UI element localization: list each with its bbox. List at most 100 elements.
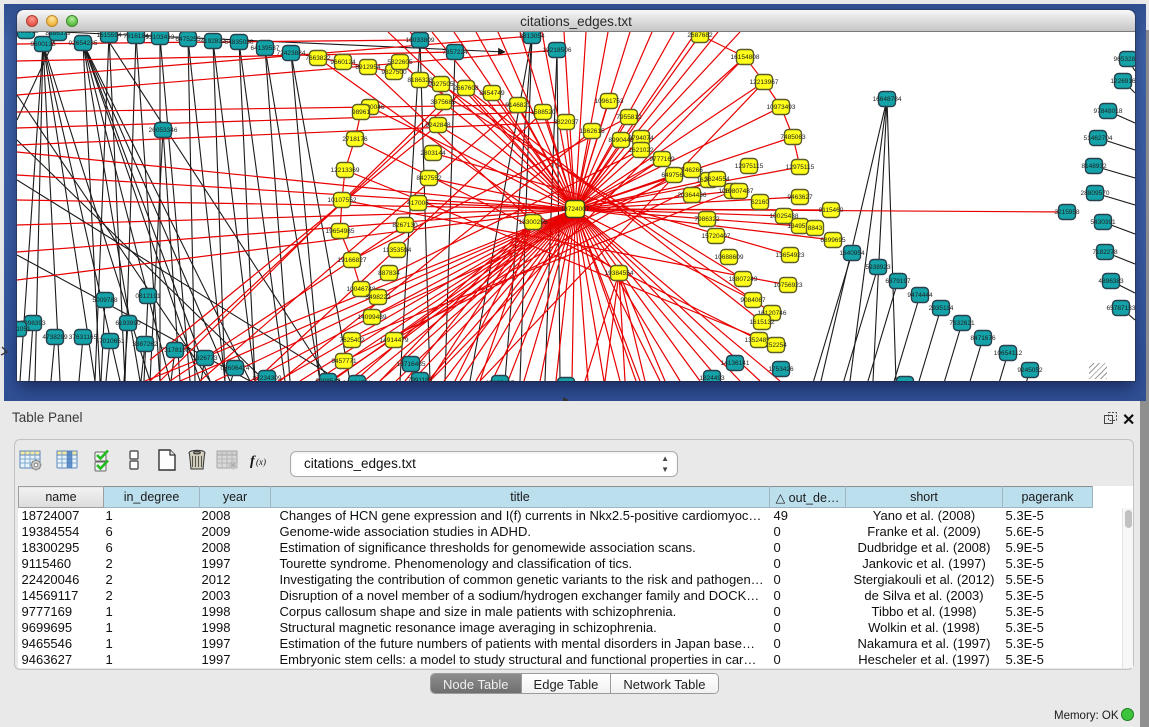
svg-text:10654112: 10654112 — [994, 350, 1023, 357]
svg-text:1326773: 1326773 — [192, 355, 218, 362]
svg-text:19384554: 19384554 — [605, 270, 634, 277]
svg-text:1362615: 1362615 — [579, 128, 605, 135]
svg-text:93103413: 93103413 — [146, 34, 175, 41]
svg-text:11353594: 11353594 — [383, 247, 412, 254]
svg-text:20364436: 20364436 — [678, 192, 707, 199]
svg-text:72423884: 72423884 — [277, 50, 306, 57]
svg-text:9794074: 9794074 — [628, 135, 654, 142]
svg-text:12975115: 12975115 — [735, 163, 764, 170]
svg-text:9777169: 9777169 — [649, 156, 675, 163]
svg-text:4896383: 4896383 — [1098, 278, 1124, 285]
svg-text:14914479: 14914479 — [380, 337, 409, 344]
svg-text:252254: 252254 — [765, 342, 787, 349]
svg-text:19166827: 19166827 — [338, 257, 367, 264]
svg-text:8267130: 8267130 — [392, 222, 418, 229]
svg-text:1615594: 1615594 — [96, 32, 122, 39]
svg-text:19218506: 19218506 — [543, 47, 572, 54]
svg-text:1753426: 1753426 — [768, 366, 794, 373]
svg-text:1031051: 1031051 — [17, 326, 31, 333]
svg-text:73178108: 73178108 — [161, 347, 190, 354]
svg-text:65787133: 65787133 — [1107, 305, 1135, 312]
svg-text:6193990: 6193990 — [115, 320, 141, 327]
svg-text:51462704: 51462704 — [1084, 135, 1113, 142]
svg-text:18300295: 18300295 — [519, 219, 548, 226]
svg-text:9146821: 9146821 — [505, 102, 531, 109]
svg-text:9474444: 9474444 — [907, 292, 933, 299]
svg-text:8471676: 8471676 — [970, 335, 996, 342]
svg-text:67010651: 67010651 — [96, 338, 125, 345]
svg-text:9245052: 9245052 — [1017, 367, 1043, 374]
svg-text:7625402: 7625402 — [339, 337, 365, 344]
svg-text:0433218: 0433218 — [17, 32, 39, 35]
svg-text:1615132: 1615132 — [749, 319, 775, 326]
svg-text:8912954: 8912954 — [355, 64, 381, 71]
svg-text:15720407: 15720407 — [702, 233, 731, 240]
svg-text:2667608: 2667608 — [453, 85, 479, 92]
svg-text:10807487: 10807487 — [725, 188, 754, 195]
svg-text:7182278: 7182278 — [1092, 249, 1118, 256]
svg-text:25135427: 25135427 — [486, 380, 515, 381]
svg-text:10756923: 10756923 — [774, 282, 803, 289]
svg-text:62160: 62160 — [751, 199, 769, 206]
svg-text:3498222: 3498222 — [365, 294, 391, 301]
svg-text:5322605: 5322605 — [387, 59, 413, 66]
svg-text:8843: 8843 — [808, 225, 823, 232]
svg-text:2803144: 2803144 — [420, 150, 446, 157]
svg-text:10107552: 10107552 — [328, 197, 357, 204]
svg-text:87234309: 87234309 — [253, 375, 282, 381]
svg-text:19654985: 19654985 — [326, 228, 355, 235]
svg-text:6998543: 6998543 — [315, 378, 341, 381]
svg-text:14099489: 14099489 — [358, 314, 387, 321]
svg-text:28809570: 28809570 — [1081, 190, 1110, 197]
svg-text:9660124: 9660124 — [330, 59, 356, 66]
svg-text:13654923: 13654923 — [776, 252, 805, 259]
svg-text:4738299: 4738299 — [42, 334, 68, 341]
svg-text:6475255: 6475255 — [175, 36, 201, 43]
svg-text:98961: 98961 — [352, 109, 370, 116]
svg-text:7632621: 7632621 — [949, 320, 975, 327]
svg-text:1226916: 1226916 — [1110, 78, 1135, 85]
svg-text:96532871: 96532871 — [1114, 56, 1135, 63]
svg-text:(x): (x) — [256, 457, 266, 467]
svg-text:1588520: 1588520 — [530, 109, 556, 116]
svg-text:746266: 746266 — [681, 167, 703, 174]
svg-text:3215958: 3215958 — [1054, 209, 1080, 216]
svg-text:9115460: 9115460 — [819, 207, 844, 214]
svg-text:64835030: 64835030 — [225, 39, 254, 46]
svg-text:8427552: 8427552 — [416, 175, 442, 182]
svg-text:18724007: 18724007 — [561, 206, 590, 213]
svg-text:2935114: 2935114 — [929, 305, 954, 312]
svg-text:12213967: 12213967 — [750, 79, 779, 86]
svg-text:5430391: 5430391 — [1090, 219, 1116, 226]
svg-text:7663822: 7663822 — [305, 55, 331, 62]
svg-text:8386379: 8386379 — [45, 32, 71, 37]
svg-text:7986322: 7986322 — [694, 216, 720, 223]
svg-text:7955812: 7955812 — [616, 114, 642, 121]
svg-text:10961753: 10961753 — [595, 98, 624, 105]
svg-text:417006: 417006 — [407, 200, 429, 207]
svg-text:0812191: 0812191 — [135, 293, 161, 300]
svg-text:7991183: 7991183 — [408, 377, 433, 381]
svg-text:18807249: 18807249 — [729, 276, 758, 283]
svg-text:6899695: 6899695 — [820, 237, 846, 244]
svg-text:12975115: 12975115 — [786, 164, 815, 171]
svg-text:02606474: 02606474 — [221, 365, 250, 372]
svg-text:37631165: 37631165 — [69, 334, 98, 341]
svg-text:7357224: 7357224 — [442, 49, 468, 56]
svg-text:5009788: 5009788 — [92, 297, 118, 304]
svg-text:10688609: 10688609 — [715, 254, 744, 261]
svg-text:16154808: 16154808 — [731, 54, 760, 61]
svg-text:3387262: 3387262 — [132, 341, 158, 348]
svg-text:1824493: 1824493 — [699, 375, 725, 381]
svg-text:9600133: 9600133 — [30, 41, 56, 48]
svg-text:1621022: 1621022 — [628, 147, 654, 154]
svg-text:13716485: 13716485 — [397, 361, 426, 368]
svg-text:14136141: 14136141 — [721, 360, 750, 367]
svg-text:8148932: 8148932 — [1081, 163, 1107, 170]
svg-text:9242848: 9242848 — [425, 122, 451, 129]
svg-text:12213369: 12213369 — [331, 167, 360, 174]
svg-text:4192832: 4192832 — [200, 38, 226, 45]
svg-text:2718176: 2718176 — [342, 136, 368, 143]
svg-text:7485063: 7485063 — [780, 134, 806, 141]
svg-text:34624751: 34624751 — [343, 380, 372, 381]
